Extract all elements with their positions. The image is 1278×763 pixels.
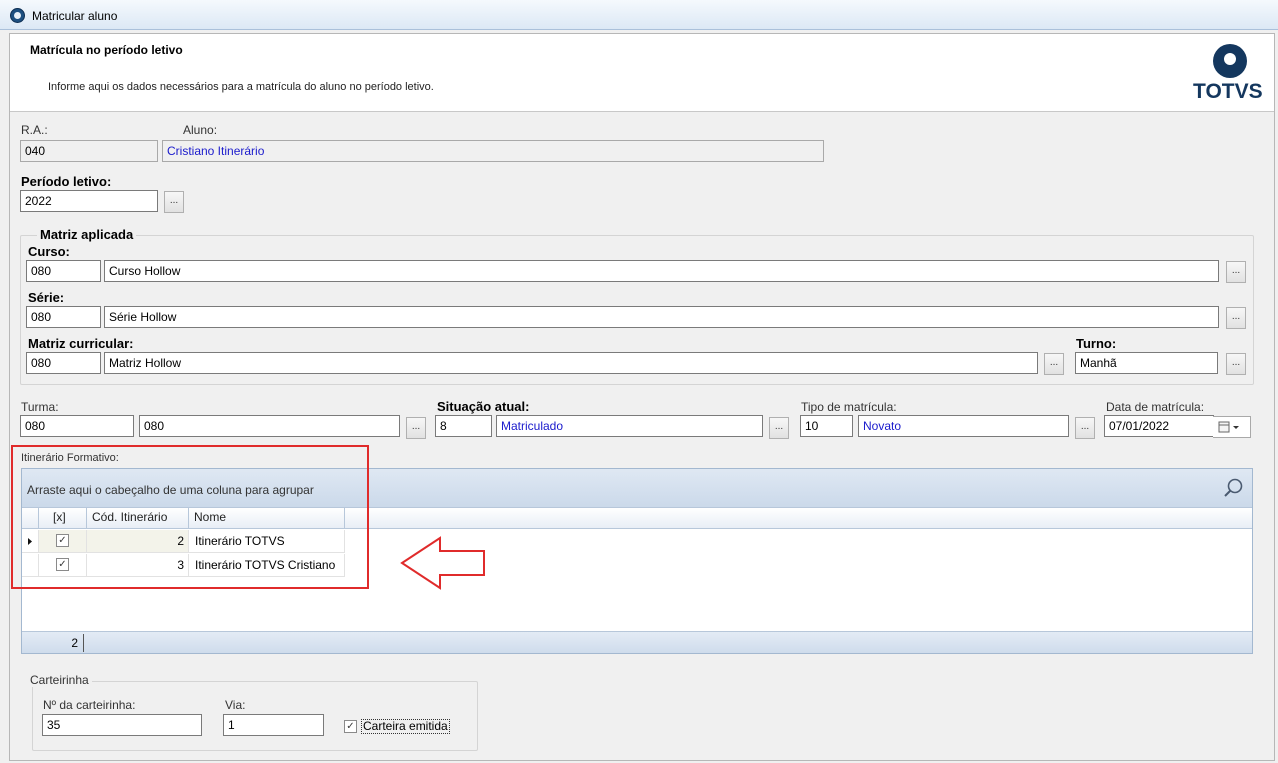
calendar-dropdown-button[interactable]	[1213, 416, 1251, 438]
tipo-code-field[interactable]: 10	[800, 415, 853, 437]
annotation-arrow-icon	[400, 536, 485, 590]
carteirinha-title: Carteirinha	[27, 673, 92, 687]
turma-name-field[interactable]: 080	[139, 415, 400, 437]
turno-lookup-button[interactable]: ...	[1226, 353, 1246, 375]
turma-code-field[interactable]: 080	[20, 415, 134, 437]
curso-lookup-button[interactable]: ...	[1226, 261, 1246, 283]
ra-field: 040	[20, 140, 158, 162]
curso-label: Curso:	[28, 244, 70, 259]
header-panel	[10, 34, 1274, 112]
carteirinha-numero-field[interactable]: 35	[42, 714, 202, 736]
periodo-lookup-button[interactable]: ...	[164, 191, 184, 213]
aluno-label: Aluno:	[183, 123, 218, 137]
situacao-lookup-button[interactable]: ...	[769, 417, 789, 439]
tipo-matricula-label: Tipo de matrícula:	[801, 400, 897, 414]
via-field[interactable]: 1	[223, 714, 324, 736]
periodo-label: Período letivo:	[21, 174, 112, 189]
row-count: 2	[64, 634, 84, 652]
app-icon	[10, 8, 25, 23]
via-label: Via:	[225, 698, 246, 712]
matriz-code-field[interactable]: 080	[26, 352, 101, 374]
situacao-code-field[interactable]: 8	[435, 415, 492, 437]
matriz-curricular-label: Matriz curricular:	[28, 336, 134, 351]
situacao-label: Situação atual:	[437, 399, 530, 414]
data-matricula-field[interactable]: 07/01/2022	[1104, 415, 1214, 437]
serie-name-field[interactable]: Série Hollow	[104, 306, 1219, 328]
serie-code-field[interactable]: 080	[26, 306, 101, 328]
ra-label: R.A.:	[21, 123, 48, 137]
window-title: Matricular aluno	[32, 9, 118, 23]
calendar-icon	[1218, 421, 1239, 433]
serie-lookup-button[interactable]: ...	[1226, 307, 1246, 329]
page-subtitle: Informe aqui os dados necessários para a…	[48, 81, 434, 93]
annotation-highlight-box	[11, 445, 369, 589]
search-icon[interactable]	[1222, 477, 1246, 501]
turma-label: Turma:	[21, 400, 59, 414]
totvs-logo-icon	[1213, 44, 1247, 78]
turma-lookup-button[interactable]: ...	[406, 417, 426, 439]
tipo-lookup-button[interactable]: ...	[1075, 417, 1095, 439]
matriz-name-field[interactable]: Matriz Hollow	[104, 352, 1038, 374]
aluno-field: Cristiano Itinerário	[162, 140, 824, 162]
carteira-emitida-label[interactable]: Carteira emitida	[361, 719, 450, 734]
carteira-emitida-checkbox[interactable]: ✓	[344, 720, 357, 733]
turno-field[interactable]: Manhã	[1075, 352, 1218, 374]
matriz-aplicada-title: Matriz aplicada	[37, 227, 137, 242]
grid-footer	[22, 631, 1252, 653]
window-titlebar	[0, 0, 1278, 30]
periodo-field[interactable]: 2022	[20, 190, 158, 212]
carteirinha-numero-label: Nº da carteirinha:	[43, 698, 136, 712]
matriz-lookup-button[interactable]: ...	[1044, 353, 1064, 375]
data-matricula-label: Data de matrícula:	[1106, 400, 1205, 414]
tipo-name-field[interactable]: Novato	[858, 415, 1069, 437]
page-title: Matrícula no período letivo	[30, 43, 183, 57]
curso-code-field[interactable]: 080	[26, 260, 101, 282]
turno-label: Turno:	[1076, 336, 1117, 351]
curso-name-field[interactable]: Curso Hollow	[104, 260, 1219, 282]
totvs-logo-text: TOTVS	[1193, 80, 1263, 103]
situacao-name-field[interactable]: Matriculado	[496, 415, 763, 437]
serie-label: Série:	[28, 290, 65, 305]
